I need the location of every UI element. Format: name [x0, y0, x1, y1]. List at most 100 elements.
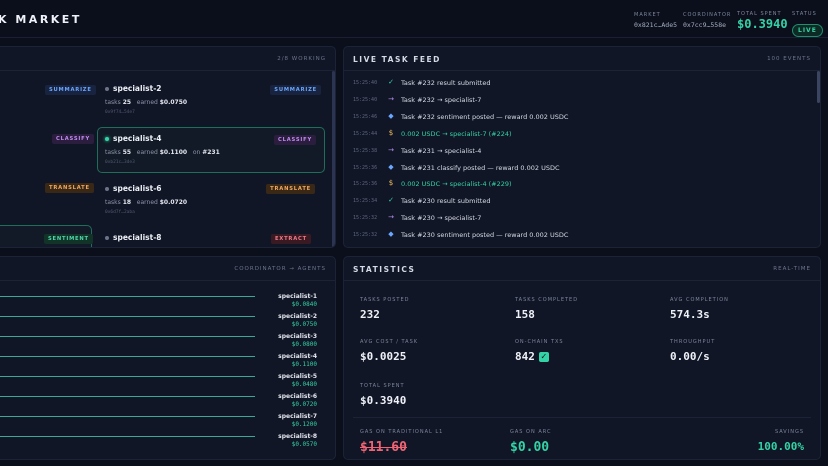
market-address[interactable]: 0x821c…Ade5	[634, 21, 677, 29]
left-card-tag: SUMMARIZE	[45, 85, 96, 95]
feed-event[interactable]: 15:25:32 → Task #230 → specialist-7	[353, 212, 813, 228]
flow-agent-name: specialist-6	[278, 393, 317, 400]
verified-check-icon: ✓	[538, 352, 549, 362]
event-text: Task #232 result submitted	[401, 79, 491, 87]
agents-scrollbar[interactable]	[332, 71, 335, 247]
feed-event[interactable]: 15:25:36 ◆ Task #231 classify posted — rew…	[353, 162, 813, 178]
status-dot	[105, 236, 109, 240]
flow-agent-name: specialist-8	[278, 433, 317, 440]
agent-stats: tasks 25 earned $0.0750	[105, 99, 188, 106]
coordinator-stat: COORDINATOR 0x7cc9…558e	[683, 12, 731, 29]
agent-tag: TRANSLATE	[266, 184, 315, 194]
stat-throughput: THROUGHPUT 0.00/s	[670, 339, 715, 363]
event-time: 15:25:40	[353, 96, 378, 103]
stat-label: TASKS POSTED	[360, 297, 410, 303]
left-card-tag: TRANSLATE	[45, 183, 94, 193]
task-feed-title: LIVE TASK FEED	[353, 55, 441, 64]
app-title: K MARKET	[0, 13, 82, 26]
flow-line	[0, 296, 255, 297]
flow-agent-value: $0.0720	[291, 401, 317, 408]
agent-tag: SUMMARIZE	[270, 85, 321, 95]
event-time: 15:25:44	[353, 130, 378, 137]
coordinator-address[interactable]: 0x7cc9…558e	[683, 21, 731, 29]
status-dot	[105, 137, 109, 141]
statistics-header: STATISTICS REAL-TIME	[344, 257, 820, 281]
feed-event[interactable]: 15:25:38 → Task #231 → specialist-4	[353, 145, 813, 161]
statistics-meta: REAL-TIME	[773, 266, 811, 272]
flow-row: specialist-3 $0.0800	[0, 333, 325, 353]
agent-name: specialist-8	[113, 233, 162, 242]
feed-event[interactable]: 15:25:32 ◆ Task #230 sentiment posted — re…	[353, 229, 813, 245]
flow-agent-value: $0.0480	[291, 381, 317, 388]
feed-event[interactable]: 15:25:36 $0.002 USDC → specialist-4 (#229…	[353, 178, 813, 194]
flow-row: specialist-4 $0.1100	[0, 353, 325, 373]
left-card-tag: CLASSIFY	[52, 134, 94, 144]
stat-label: AVG COST / TASK	[360, 339, 419, 345]
flow-agent-name: specialist-1	[278, 293, 317, 300]
event-time: 15:25:38	[353, 147, 378, 154]
feed-event[interactable]: 15:25:40 → Task #232 → specialist-7	[353, 94, 813, 110]
stat-total-spent: TOTAL SPENT $0.3940	[360, 383, 406, 407]
stat-value: 842 ✓	[515, 350, 549, 363]
agent-card-active[interactable]: specialist-4 CLASSIFY tasks 55 earned $0…	[97, 127, 325, 173]
stat-tasks-completed: TASKS COMPLETED 158	[515, 297, 578, 321]
status-label: STATUS	[792, 11, 817, 17]
agent-card[interactable]: specialist-8 EXTRACT	[97, 227, 325, 247]
left-card-tag: SENTIMENT	[44, 234, 93, 244]
event-time: 15:25:46	[353, 113, 378, 120]
task-feed-panel: LIVE TASK FEED 100 EVENTS 15:25:40 ✓ Task …	[343, 46, 821, 248]
event-text: 0.002 USDC → specialist-7 (#224)	[401, 129, 512, 138]
flow-row: specialist-6 $0.0720	[0, 393, 325, 413]
flow-agent-name: specialist-7	[278, 413, 317, 420]
flow-direction: COORDINATOR → AGENTS	[234, 266, 326, 272]
flow-line	[0, 436, 255, 437]
event-text: Task #230 → specialist-7	[401, 214, 482, 223]
stat-onchain-txs: ON-CHAIN TXS 842 ✓	[515, 339, 564, 363]
diamond-icon: ◆	[388, 111, 394, 120]
status-stat: STATUS LIVE	[792, 11, 823, 37]
agent-name: specialist-4	[113, 134, 162, 143]
arrow-icon: →	[388, 94, 394, 103]
working-count: 2/8 WORKING	[277, 56, 326, 62]
stat-label: TASKS COMPLETED	[515, 297, 579, 303]
stat-gas-traditional: GAS ON TRADITIONAL L1 $11.60	[360, 429, 443, 455]
flow-agent-value: $0.0840	[291, 301, 317, 308]
flow-row: specialist-1 $0.0840	[0, 293, 325, 313]
stat-label: ON-CHAIN TXS	[515, 339, 564, 345]
flow-row: specialist-8 $0.0570	[0, 433, 325, 453]
agent-stats: tasks 18 earned $0.0720	[105, 199, 188, 206]
agent-card[interactable]: specialist-2 SUMMARIZE tasks 25 earned $…	[97, 77, 325, 119]
stat-label: GAS ON ARC	[510, 429, 552, 435]
stat-value: 574.3s	[670, 308, 710, 321]
flow-row: specialist-2 $0.0750	[0, 313, 325, 333]
agent-card[interactable]: specialist-6 TRANSLATE tasks 18 earned $…	[97, 177, 325, 219]
flow-line	[0, 356, 255, 357]
feed-event[interactable]: 15:25:34 ✓ Task #230 result submitted	[353, 195, 813, 211]
agent-tag: EXTRACT	[270, 234, 311, 244]
flow-agent-name: specialist-3	[278, 333, 317, 340]
event-text: 0.002 USDC → specialist-4 (#229)	[401, 180, 512, 189]
flow-line	[0, 316, 255, 317]
flow-line	[0, 396, 255, 397]
agent-stats: tasks 55 earned $0.1100 on #231	[105, 149, 220, 156]
agent-address: 0x9f74…54e7	[105, 110, 135, 115]
event-time: 15:25:32	[353, 232, 378, 239]
agent-address: 0x6d7f…2aba	[105, 210, 135, 215]
dollar-icon: $	[388, 179, 394, 188]
event-text: Task #231 classify posted — reward 0.002…	[401, 163, 560, 172]
feed-scrollbar[interactable]	[817, 71, 820, 103]
feed-event[interactable]: 15:25:44 $0.002 USDC → specialist-7 (#224…	[353, 128, 813, 144]
event-text: Task #230 result submitted	[401, 197, 491, 206]
agent-card-left-active[interactable]: SENTIMENT	[0, 225, 93, 247]
top-header: K MARKET MARKET 0x821c…Ade5 COORDINATOR …	[0, 0, 828, 38]
flow-agent-name: specialist-2	[278, 313, 317, 320]
flow-agent-value: $0.0570	[291, 441, 317, 448]
event-time: 15:25:40	[353, 80, 378, 86]
event-time: 15:25:36	[353, 181, 378, 188]
total-spent-stat: TOTAL SPENT $0.3940	[737, 11, 788, 31]
feed-event[interactable]: 15:25:40 ✓ Task #232 result submitted	[353, 77, 813, 93]
feed-event[interactable]: 15:25:46 ◆ Task #232 sentiment posted — re…	[353, 111, 813, 127]
stat-value: 158	[515, 308, 535, 321]
agent-name: specialist-2	[113, 84, 162, 93]
statistics-title: STATISTICS	[353, 265, 416, 274]
